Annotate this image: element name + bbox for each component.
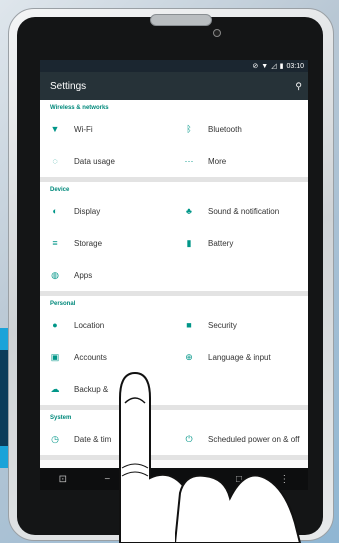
section-title: Device bbox=[50, 187, 70, 193]
accounts-icon: ▣ bbox=[50, 351, 60, 362]
settings-item-wifi[interactable]: ▼ Wi-Fi bbox=[40, 113, 174, 145]
no-disturb-icon: ⊘ bbox=[252, 63, 259, 70]
section-device: Device ◐ Display ♣ Sound & notification ≡ S… bbox=[40, 182, 308, 296]
app-bar: Settings ⚲ bbox=[40, 72, 308, 100]
wifi-status-icon: ▼ bbox=[261, 62, 269, 70]
front-camera bbox=[213, 29, 221, 37]
status-bar: ⊘ ▼ ◿ ▮ 03:10 bbox=[40, 60, 308, 72]
page-title: Settings bbox=[50, 80, 87, 92]
settings-item-more[interactable]: ··· More bbox=[174, 145, 308, 177]
signal-icon: ◿ bbox=[271, 63, 277, 70]
settings-item-location[interactable]: ● Location bbox=[40, 309, 174, 341]
settings-item-security[interactable]: ■ Security bbox=[174, 309, 308, 341]
storage-icon: ≡ bbox=[52, 238, 58, 248]
settings-item-bluetooth[interactable]: ᛒ Bluetooth bbox=[174, 113, 308, 145]
speaker-grille bbox=[150, 14, 212, 26]
status-time: 03:10 bbox=[286, 62, 304, 70]
display-icon: ◐ bbox=[52, 206, 58, 216]
cloud-icon: ☁ bbox=[50, 383, 60, 394]
settings-item-storage[interactable]: ≡ Storage bbox=[40, 227, 174, 259]
globe-icon: ⊕ bbox=[185, 351, 193, 362]
settings-item-display[interactable]: ◐ Display bbox=[40, 195, 174, 227]
finger-illustration-right bbox=[175, 474, 302, 543]
bell-icon: ♣ bbox=[186, 206, 192, 216]
section-wireless: Wireless & networks ▼ Wi-Fi ᛒ Bluetooth ◌ D… bbox=[40, 100, 308, 182]
battery-icon: ▮ bbox=[186, 237, 192, 248]
data-usage-icon: ◌ bbox=[52, 156, 58, 166]
android-icon: ◍ bbox=[51, 269, 59, 280]
settings-item-sound[interactable]: ♣ Sound & notification bbox=[174, 195, 308, 227]
battery-status-icon: ▮ bbox=[279, 63, 284, 70]
settings-item-battery[interactable]: ▮ Battery bbox=[174, 227, 308, 259]
bluetooth-icon: ᛒ bbox=[186, 124, 192, 134]
settings-item-data-usage[interactable]: ◌ Data usage bbox=[40, 145, 174, 177]
empty-slot bbox=[174, 259, 308, 291]
more-icon: ··· bbox=[184, 156, 194, 166]
settings-item-language[interactable]: ⊕ Language & input bbox=[174, 341, 308, 373]
settings-item-apps[interactable]: ◍ Apps bbox=[40, 259, 174, 291]
section-title: Personal bbox=[50, 301, 76, 307]
empty-slot bbox=[174, 373, 308, 405]
location-icon: ● bbox=[52, 320, 58, 330]
clock-icon: ◷ bbox=[51, 433, 59, 444]
screenshot-icon[interactable]: ⊡ bbox=[59, 474, 67, 485]
wifi-icon: ▼ bbox=[50, 124, 60, 134]
settings-item-scheduled-power[interactable]: ⏻ Scheduled power on & off bbox=[174, 423, 308, 455]
search-icon[interactable]: ⚲ bbox=[295, 81, 302, 92]
lock-icon: ■ bbox=[186, 320, 192, 330]
section-title: Wireless & networks bbox=[50, 105, 109, 111]
